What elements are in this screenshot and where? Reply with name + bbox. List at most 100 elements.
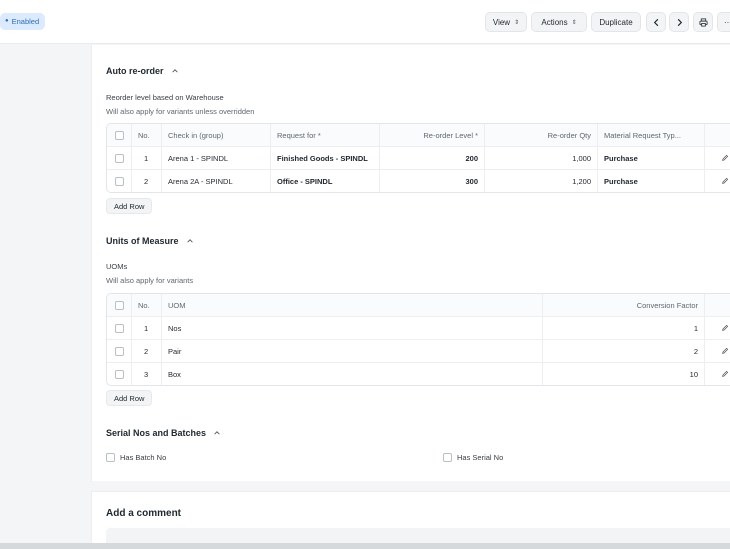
request-for-cell[interactable]: Office - SPINDL (271, 170, 379, 192)
status-badge-label: Enabled (11, 17, 40, 26)
chevron-up-icon (214, 431, 220, 435)
form-card: Auto re-order Reorder level based on War… (91, 45, 730, 481)
actions-button[interactable]: Actions ⇕ (531, 12, 587, 32)
duplicate-button-label: Duplicate (599, 17, 633, 27)
column-divider (542, 294, 543, 385)
select-all-checkbox[interactable] (115, 131, 124, 140)
add-row-button[interactable]: Add Row (106, 390, 153, 406)
material-request-type-cell[interactable]: Purchase (598, 147, 704, 170)
edit-icon[interactable] (721, 154, 729, 162)
column-divider (161, 124, 162, 192)
column-divider (131, 294, 132, 385)
uom-cell[interactable]: Nos (162, 317, 542, 340)
column-header: Request for * (277, 131, 321, 140)
reorder-qty-cell[interactable]: 1,200 (485, 170, 597, 192)
section-title: Serial Nos and Batches (106, 428, 207, 438)
request-for-cell[interactable]: Finished Goods - SPINDL (271, 147, 379, 170)
edit-icon[interactable] (721, 177, 729, 185)
print-button[interactable] (693, 12, 713, 32)
field-label: Reorder level based on Warehouse (106, 93, 224, 102)
duplicate-button[interactable]: Duplicate (591, 12, 641, 32)
table-row[interactable]: 2 Pair 2 (107, 340, 730, 363)
section-serial-batches-header[interactable]: Serial Nos and Batches (106, 428, 221, 438)
check-in-cell[interactable]: Arena 2A - SPINDL (162, 170, 270, 192)
section-title: Units of Measure (106, 236, 179, 246)
column-header: UOM (168, 301, 186, 310)
section-auto-reorder-header[interactable]: Auto re-order (106, 66, 179, 76)
status-dot-icon: ● (5, 18, 9, 24)
table-header-row: No. UOM Conversion Factor (107, 294, 730, 317)
table-row[interactable]: 2 Arena 2A - SPINDL Office - SPINDL 300 … (107, 170, 730, 192)
has-batch-no-label: Has Batch No (120, 453, 167, 462)
bottom-scrollbar[interactable] (0, 543, 730, 549)
column-header: Material Request Typ... (604, 131, 681, 140)
reorder-level-cell[interactable]: 200 (380, 147, 484, 170)
next-button[interactable] (669, 12, 689, 32)
column-divider (597, 124, 598, 192)
row-checkbox[interactable] (115, 347, 124, 356)
field-label: UOMs (106, 262, 128, 271)
more-icon: ··· (724, 17, 730, 27)
field-hint: Will also apply for variants unless over… (106, 107, 255, 116)
comment-section: Add a comment (91, 491, 730, 549)
row-checkbox[interactable] (115, 154, 124, 163)
previous-button[interactable] (646, 12, 666, 32)
column-header: No. (138, 301, 150, 310)
row-number: 1 (144, 154, 149, 163)
uom-cell[interactable]: Box (162, 363, 542, 385)
chevron-left-icon (653, 18, 658, 26)
has-batch-no-checkbox[interactable] (106, 453, 115, 462)
edit-icon[interactable] (721, 347, 729, 355)
conversion-factor-cell[interactable]: 2 (543, 340, 704, 363)
edit-icon[interactable] (721, 324, 729, 332)
uom-cell[interactable]: Pair (162, 340, 542, 363)
uom-table: No. UOM Conversion Factor 1 Nos 1 2 Pair… (106, 293, 730, 386)
edit-icon[interactable] (721, 370, 729, 378)
column-divider (161, 294, 162, 385)
printer-icon (698, 17, 708, 27)
actions-button-label: Actions (541, 17, 568, 27)
add-row-button[interactable]: Add Row (106, 198, 153, 214)
table-row[interactable]: 3 Box 10 (107, 363, 730, 385)
chevron-up-icon (171, 69, 178, 73)
row-checkbox[interactable] (115, 370, 124, 379)
more-button[interactable]: ··· (717, 12, 730, 32)
chevron-up-icon (186, 239, 193, 243)
row-number: 2 (144, 177, 149, 186)
column-header: Re-order Qty (547, 131, 591, 140)
sort-chevron-icon: ⇕ (571, 19, 577, 26)
material-request-type-cell[interactable]: Purchase (598, 170, 704, 192)
row-number: 3 (144, 370, 149, 379)
section-uom-header[interactable]: Units of Measure (106, 236, 194, 246)
sidebar (0, 45, 91, 549)
column-divider (484, 124, 485, 192)
column-divider (270, 124, 271, 192)
has-serial-no-label: Has Serial No (457, 453, 504, 462)
table-row[interactable]: 1 Arena 1 - SPINDL Finished Goods - SPIN… (107, 147, 730, 170)
page-header: ● Enabled View ⇕ Actions ⇕ Duplicate ··· (0, 0, 730, 44)
sort-chevron-icon: ⇕ (514, 19, 520, 26)
has-serial-no-checkbox[interactable] (443, 453, 452, 462)
view-button[interactable]: View ⇕ (485, 12, 527, 32)
row-checkbox[interactable] (115, 324, 124, 333)
table-header-row: No. Check in (group) Request for * Re-or… (107, 124, 730, 147)
check-in-cell[interactable]: Arena 1 - SPINDL (162, 147, 270, 170)
select-all-checkbox[interactable] (115, 301, 124, 310)
column-header: No. (138, 131, 150, 140)
row-number: 1 (144, 324, 149, 333)
field-hint: Will also apply for variants (106, 276, 194, 285)
column-divider (704, 124, 705, 192)
column-header: Check in (group) (168, 131, 224, 140)
conversion-factor-cell[interactable]: 10 (543, 363, 704, 385)
conversion-factor-cell[interactable]: 1 (543, 317, 704, 340)
section-title: Auto re-order (106, 66, 164, 76)
chevron-right-icon (677, 18, 682, 26)
reorder-qty-cell[interactable]: 1,000 (485, 147, 597, 170)
column-header: Conversion Factor (636, 301, 698, 310)
comment-title: Add a comment (106, 508, 182, 519)
column-divider (704, 294, 705, 385)
row-checkbox[interactable] (115, 177, 124, 186)
column-divider (131, 124, 132, 192)
table-row[interactable]: 1 Nos 1 (107, 317, 730, 340)
reorder-level-cell[interactable]: 300 (380, 170, 484, 192)
